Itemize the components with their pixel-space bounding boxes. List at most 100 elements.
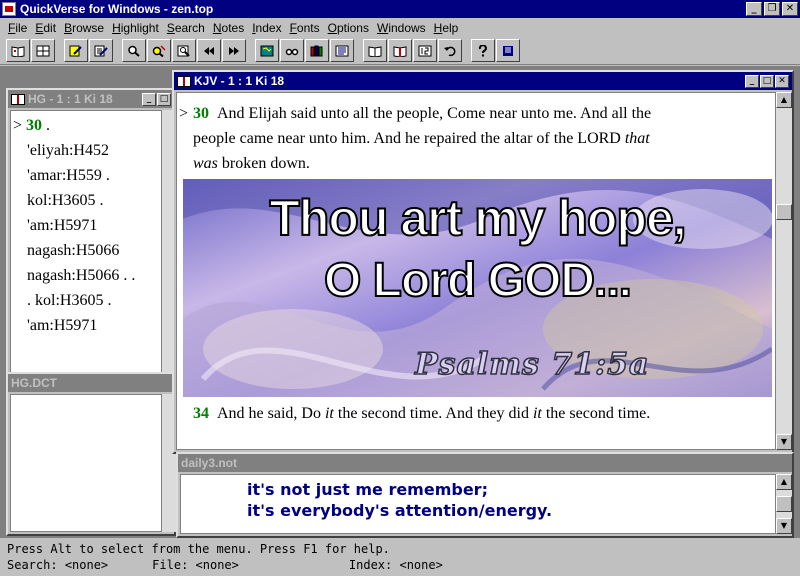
notes-scrollbar[interactable]: ▲ ▼	[776, 474, 792, 534]
hg-window[interactable]: HG - 1 : 1 Ki 18 _ □ > 30 . 'eliyah:H452…	[6, 88, 178, 378]
mdi-workspace: HG - 1 : 1 Ki 18 _ □ > 30 . 'eliyah:H452…	[0, 66, 800, 538]
library-button[interactable]	[305, 39, 329, 62]
app-title: QuickVerse for Windows - zen.top	[20, 2, 214, 16]
lexicon-entry[interactable]: . kol:H3605 .	[11, 288, 161, 313]
parallel-icon	[36, 45, 50, 56]
forward-button[interactable]	[222, 39, 246, 62]
kjv-scrollbar[interactable]: ▲ ▼	[776, 92, 792, 450]
scroll-thumb[interactable]	[776, 204, 792, 220]
menu-options[interactable]: Options	[324, 21, 373, 35]
lexicon-entry[interactable]: nagash:H5066	[11, 238, 161, 263]
verse-34-text: 34 And he said, Do it the second time. A…	[193, 405, 651, 422]
notes-window-title: daily3.not	[181, 456, 238, 470]
menu-fonts[interactable]: Fonts	[286, 21, 324, 35]
banner-line-1: Thou art my hope,	[268, 189, 687, 247]
lexicon-entry[interactable]: 'amar:H559 .	[11, 163, 161, 188]
menu-index[interactable]: Index	[248, 21, 285, 35]
fast-forward-icon	[229, 46, 239, 55]
bookmark-button[interactable]	[496, 39, 520, 62]
menu-file[interactable]: File	[4, 21, 31, 35]
edit-note-button[interactable]	[64, 39, 88, 62]
map-button[interactable]	[255, 39, 279, 62]
read-book-button[interactable]	[363, 39, 387, 62]
verse-number[interactable]: 34	[193, 405, 209, 422]
list-button[interactable]	[330, 39, 354, 62]
kjv-close-button[interactable]: ✕	[775, 75, 789, 88]
hg-lexicon-list: > 30 . 'eliyah:H452 'amar:H559 . kol:H36…	[11, 113, 161, 338]
book-icon	[177, 75, 191, 87]
menu-windows[interactable]: Windows	[373, 21, 430, 35]
edit-list-button[interactable]	[89, 39, 113, 62]
search-icon	[128, 45, 140, 57]
current-verse-marker: >	[13, 117, 23, 134]
bookmark-icon	[503, 45, 513, 56]
kjv-maximize-button[interactable]: □	[760, 75, 774, 88]
kjv-window-titlebar[interactable]: KJV - 1 : 1 Ki 18 _ □ ✕	[174, 72, 792, 90]
hg-minimize-button[interactable]: _	[142, 93, 156, 106]
restore-button[interactable]: ❐	[764, 2, 780, 16]
undo-button[interactable]	[438, 39, 462, 62]
menu-bar: File Edit Browse Highlight Search Notes …	[0, 18, 800, 37]
kjv-window[interactable]: KJV - 1 : 1 Ki 18 _ □ ✕ > 30 And Elijah …	[172, 70, 794, 454]
scroll-up-button[interactable]: ▲	[776, 92, 792, 108]
hgdct-window[interactable]: HG.DCT	[6, 372, 178, 536]
hg-window-title: HG - 1 : 1 Ki 18	[28, 92, 113, 106]
lexicon-entry[interactable]: nagash:H5066 . .	[11, 263, 161, 288]
scroll-down-button[interactable]: ▼	[776, 518, 792, 534]
hg-lexicon-pane[interactable]: > 30 . 'eliyah:H452 'amar:H559 . kol:H36…	[10, 110, 162, 374]
menu-browse[interactable]: Browse	[60, 21, 108, 35]
book-icon	[11, 93, 25, 105]
lexicon-entry[interactable]: kol:H3605 .	[11, 188, 161, 213]
banner-reference: Psalms 71:5a	[414, 346, 650, 383]
hg-maximize-button[interactable]: □	[157, 93, 171, 106]
kjv-text-pane[interactable]: > 30 And Elijah said unto all the people…	[176, 92, 776, 450]
verse-number[interactable]: 30	[193, 105, 209, 122]
scroll-down-button[interactable]: ▼	[776, 434, 792, 450]
search-button[interactable]	[122, 39, 146, 62]
psalms-banner-image: Thou art my hope, O Lord GOD... Psalms 7…	[183, 179, 772, 397]
help-button[interactable]	[471, 39, 495, 62]
edit-note-icon	[69, 45, 82, 56]
scroll-thumb[interactable]	[776, 496, 792, 512]
search-again-button[interactable]	[147, 39, 171, 62]
notes-window-titlebar[interactable]: daily3.not	[178, 454, 792, 472]
hg-window-titlebar[interactable]: HG - 1 : 1 Ki 18 _ □	[8, 90, 174, 108]
chapter-button[interactable]	[413, 39, 437, 62]
index-status-label: Index:	[348, 558, 393, 572]
menu-help[interactable]: Help	[430, 21, 463, 35]
parallel-view-button[interactable]	[31, 39, 55, 62]
edit-list-icon	[94, 45, 108, 56]
hg-window-controls: _ □	[142, 93, 171, 106]
open-bible-button[interactable]	[388, 39, 412, 62]
app-titlebar[interactable]: QuickVerse for Windows - zen.top _ ❐ ✕	[0, 0, 800, 18]
status-help-text: Press Alt to select from the menu. Press…	[7, 542, 390, 556]
menu-search[interactable]: Search	[163, 21, 209, 35]
kjv-minimize-button[interactable]: _	[745, 75, 759, 88]
hgdct-window-titlebar[interactable]: HG.DCT	[8, 374, 174, 392]
search-status-label: Search:	[7, 558, 58, 572]
menu-edit[interactable]: Edit	[31, 21, 60, 35]
notes-text-pane[interactable]: it's not just me remember; it's everybod…	[180, 474, 776, 534]
file-status-label: File:	[152, 558, 189, 572]
close-button[interactable]: ✕	[782, 2, 798, 16]
scroll-up-button[interactable]: ▲	[776, 474, 792, 490]
search-results-button[interactable]	[172, 39, 196, 62]
menu-notes[interactable]: Notes	[209, 21, 248, 35]
lexicon-entry[interactable]: 'eliyah:H452	[11, 138, 161, 163]
notes-text: it's not just me remember; it's everybod…	[247, 479, 552, 521]
lexicon-entry[interactable]: 'am:H5971	[11, 313, 161, 338]
verse-34[interactable]: 34 And he said, Do it the second time. A…	[179, 401, 749, 426]
open-book-button[interactable]	[6, 39, 30, 62]
hgdct-window-title: HG.DCT	[11, 376, 57, 390]
index-status-value: <none>	[399, 558, 443, 572]
lexicon-entry[interactable]: 'am:H5971	[11, 213, 161, 238]
back-button[interactable]	[197, 39, 221, 62]
verse-30[interactable]: > 30 And Elijah said unto all the people…	[179, 101, 749, 176]
notes-window[interactable]: daily3.not it's not just me remember; it…	[176, 452, 794, 538]
minimize-button[interactable]: _	[746, 2, 762, 16]
undo-icon	[444, 46, 456, 56]
quickverse-app-icon[interactable]	[2, 2, 16, 16]
glasses-button[interactable]	[280, 39, 304, 62]
menu-highlight[interactable]: Highlight	[108, 21, 163, 35]
hgdct-pane[interactable]	[10, 394, 162, 532]
